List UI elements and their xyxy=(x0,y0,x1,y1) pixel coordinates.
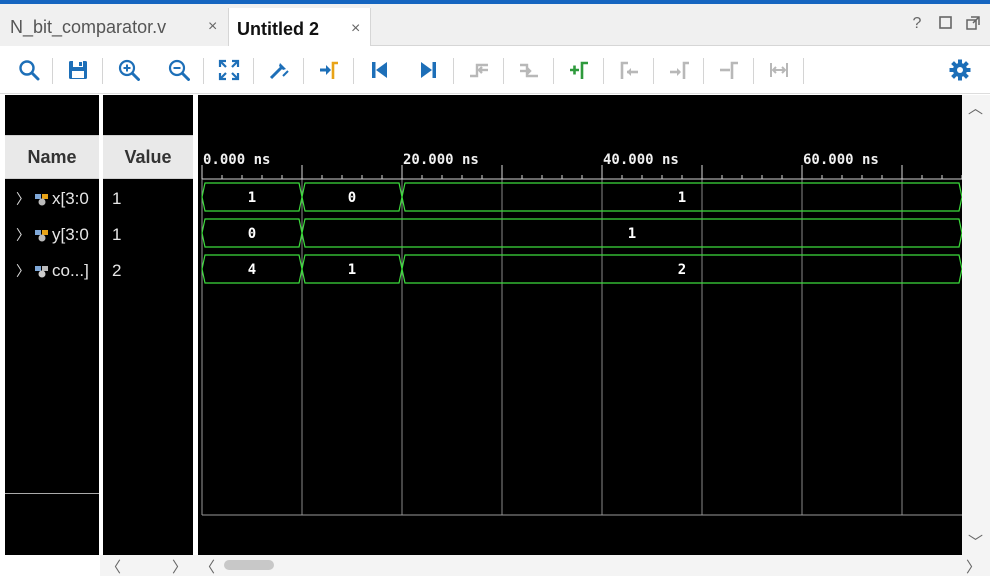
scroll-down-icon[interactable]: ﹀ xyxy=(968,531,983,552)
float-icon[interactable] xyxy=(966,16,980,32)
toolbar-separator xyxy=(703,58,704,84)
bus-value-label: 1 xyxy=(248,190,256,206)
bus-value-label: 2 xyxy=(678,262,686,278)
bus-signal-icon xyxy=(35,194,48,206)
signal-name: y[3:0 xyxy=(52,225,89,244)
previous-marker-icon[interactable] xyxy=(615,56,643,84)
scroll-left-icon[interactable]: 〈 xyxy=(200,556,215,576)
bus-value-label: 0 xyxy=(248,226,256,242)
help-icon[interactable]: ? xyxy=(910,16,924,32)
name-pane: Name xyxy=(5,95,99,555)
tab-label: N_bit_comparator.v xyxy=(10,16,167,37)
toolbar-separator xyxy=(603,58,604,84)
signal-row-x[interactable]: 〉 x[3:0 xyxy=(12,184,89,214)
next-marker-icon[interactable] xyxy=(665,56,693,84)
next-transition-icon[interactable] xyxy=(515,56,543,84)
horizontal-scrollbar[interactable] xyxy=(0,555,990,576)
add-marker-icon[interactable] xyxy=(565,56,593,84)
scroll-up-icon[interactable]: ︿ xyxy=(968,97,983,118)
waveform-plot: 0.000 ns 20.000 ns 40.000 ns 60.000 ns 1 0 1 0 1… xyxy=(201,152,963,516)
toolbar-separator xyxy=(253,58,254,84)
toolbar-separator xyxy=(203,58,204,84)
swap-cursors-icon[interactable] xyxy=(715,56,743,84)
zoom-fit-icon[interactable] xyxy=(215,56,243,84)
settings-icon[interactable] xyxy=(946,56,974,84)
signal-value: 1 xyxy=(112,189,122,208)
toolbar-separator xyxy=(353,58,354,84)
name-column-header[interactable]: Name xyxy=(5,135,99,179)
toolbar-separator xyxy=(303,58,304,84)
value-scroll-right-icon[interactable]: 〉 xyxy=(172,556,187,576)
search-icon[interactable] xyxy=(15,56,43,84)
signal-value: 2 xyxy=(112,261,122,280)
time-axis-label: 20.000 ns xyxy=(403,152,479,168)
toolbar-separator xyxy=(803,58,804,84)
scroll-spacer xyxy=(0,555,100,576)
scroll-thumb[interactable] xyxy=(224,560,274,570)
close-icon[interactable]: × xyxy=(351,20,360,38)
waveform-toolbar xyxy=(0,46,990,94)
signal-value: 1 xyxy=(112,225,122,244)
time-axis-label: 0.000 ns xyxy=(203,152,270,168)
bus-value-label: 1 xyxy=(348,262,356,278)
go-to-end-icon[interactable] xyxy=(415,56,443,84)
snap-to-transition-icon[interactable] xyxy=(765,56,793,84)
toolbar-separator xyxy=(553,58,554,84)
tab-n-bit-comparator[interactable]: N_bit_comparator.v × xyxy=(0,8,228,46)
expand-chevron-icon[interactable]: 〉 xyxy=(12,189,34,209)
zoom-out-icon[interactable] xyxy=(165,56,193,84)
toolbar-separator xyxy=(102,58,103,84)
toolbar-separator xyxy=(503,58,504,84)
scroll-right-icon[interactable]: 〉 xyxy=(966,556,981,576)
signal-row-y[interactable]: 〉 y[3:0 xyxy=(12,220,89,250)
value-pane: Value xyxy=(103,95,193,555)
bus-signal-icon xyxy=(35,230,48,242)
close-icon[interactable]: × xyxy=(208,18,217,36)
previous-transition-icon[interactable] xyxy=(465,56,493,84)
bus-value-label: 1 xyxy=(628,226,636,242)
time-axis-label: 60.000 ns xyxy=(803,152,879,168)
toolbar-separator xyxy=(453,58,454,84)
waveform-canvas[interactable]: 0.000 ns 20.000 ns 40.000 ns 60.000 ns 1 0 1 0 1… xyxy=(198,95,963,555)
toolbar-separator xyxy=(52,58,53,84)
tab-untitled-2[interactable]: Untitled 2 × xyxy=(228,8,371,50)
tab-label: Untitled 2 xyxy=(237,18,320,39)
vertical-scrollbar[interactable]: ︿ ﹀ xyxy=(962,95,990,555)
expand-chevron-icon[interactable]: 〉 xyxy=(12,225,34,245)
save-icon[interactable] xyxy=(64,56,92,84)
signal-name: co...] xyxy=(52,261,89,280)
value-scroll-left-icon[interactable]: 〈 xyxy=(106,556,121,576)
toolbar-separator xyxy=(653,58,654,84)
go-to-start-icon[interactable] xyxy=(365,56,393,84)
value-column-header[interactable]: Value xyxy=(103,135,193,179)
pane-divider xyxy=(5,493,99,494)
bus-signal-icon xyxy=(35,266,48,278)
bus-value-label: 1 xyxy=(678,190,686,206)
zoom-in-icon[interactable] xyxy=(115,56,143,84)
tab-bar: N_bit_comparator.v × Untitled 2 × ? xyxy=(0,0,990,50)
bus-value-label: 4 xyxy=(248,262,256,278)
window-controls: ? xyxy=(910,16,980,32)
bus-value-label: 0 xyxy=(348,190,356,206)
signal-row-co[interactable]: 〉 co...] xyxy=(12,256,89,286)
cursor-icon[interactable] xyxy=(265,56,293,84)
maximize-icon[interactable] xyxy=(938,16,952,32)
go-to-cursor-icon[interactable] xyxy=(315,56,343,84)
toolbar-separator xyxy=(753,58,754,84)
expand-chevron-icon[interactable]: 〉 xyxy=(12,261,34,281)
signal-name: x[3:0 xyxy=(52,189,89,208)
time-axis-label: 40.000 ns xyxy=(603,152,679,168)
